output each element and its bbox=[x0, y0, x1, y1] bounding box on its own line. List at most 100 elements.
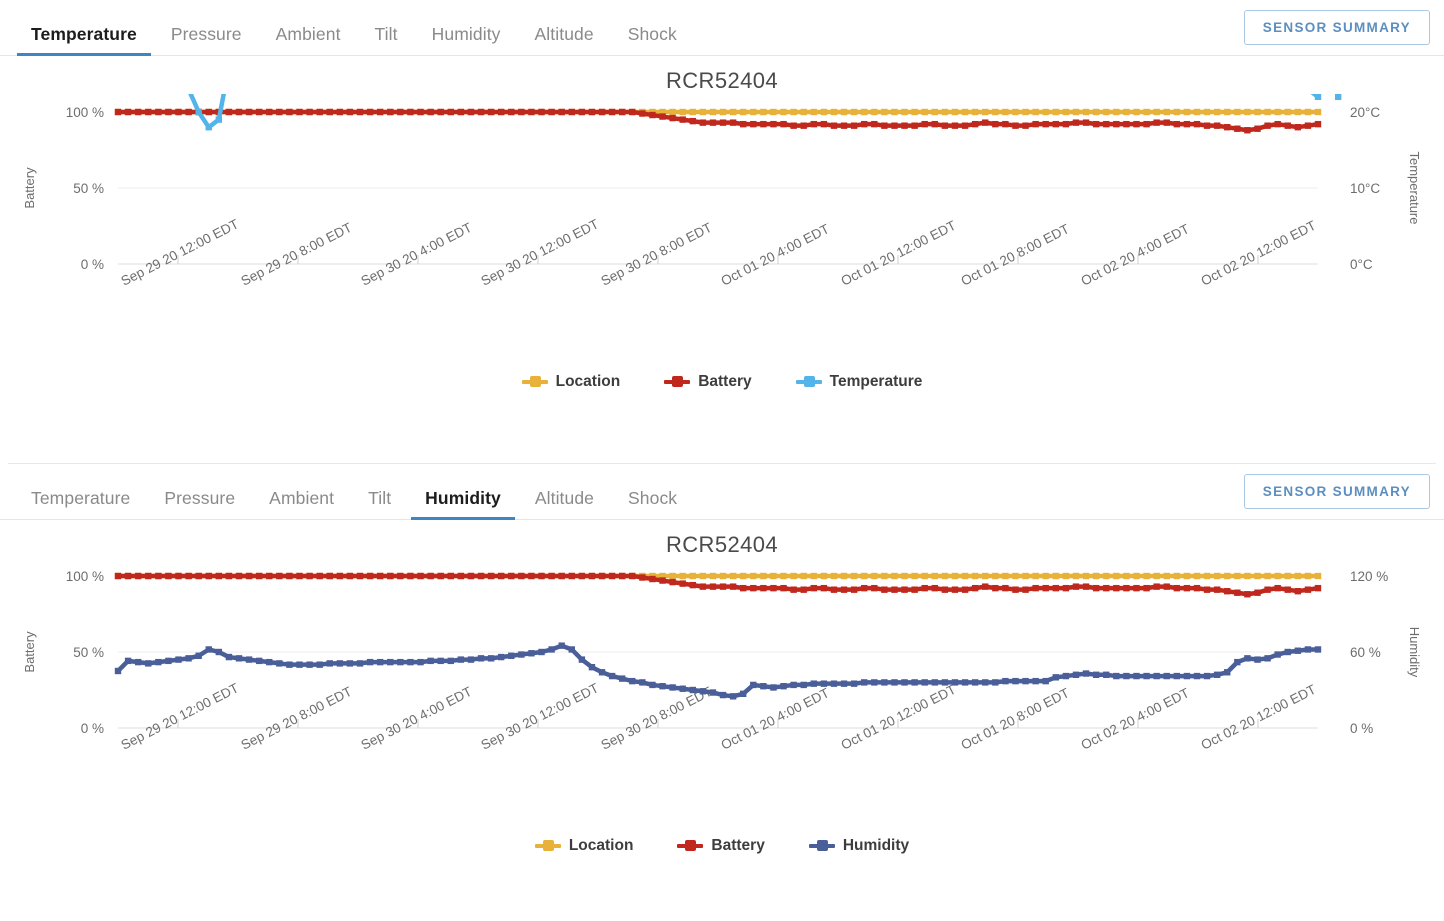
series-point-battery bbox=[1213, 122, 1221, 129]
tab-humidity[interactable]: Humidity bbox=[408, 489, 518, 520]
x-tick-label: Sep 30 20 4:00 EDT bbox=[359, 220, 475, 289]
x-tick-label: Oct 01 20 8:00 EDT bbox=[959, 685, 1072, 753]
panel-1-tabbar: Temperature Pressure Ambient Tilt Humidity Al… bbox=[0, 0, 1444, 56]
series-point-battery bbox=[447, 108, 454, 116]
x-tick-label: Oct 01 20 12:00 EDT bbox=[839, 682, 959, 753]
panel-1-chart: 0 % 50 % 100 % 0°C 10°C 20°C Sep 29 20 12:00 E… bbox=[0, 94, 1444, 369]
series-point-battery bbox=[649, 111, 656, 119]
series-point-battery bbox=[477, 572, 485, 580]
series-point-battery bbox=[518, 572, 525, 580]
panel-1-chart-title: RCR52404 bbox=[665, 68, 779, 93]
series-point-location bbox=[689, 108, 696, 116]
series-point-location bbox=[1163, 108, 1170, 116]
tab-humidity[interactable]: Humidity bbox=[415, 25, 518, 56]
series-point-battery bbox=[1254, 125, 1261, 132]
series-point-battery bbox=[306, 108, 313, 116]
series-point-humidity bbox=[1244, 655, 1251, 662]
tab-altitude[interactable]: Altitude bbox=[518, 23, 611, 56]
series-point-humidity bbox=[467, 656, 475, 663]
series-point-humidity bbox=[417, 658, 424, 666]
tab-ambient[interactable]: Ambient bbox=[252, 489, 351, 520]
tab-temperature[interactable]: Temperature bbox=[14, 489, 147, 520]
series-point-humidity bbox=[255, 657, 263, 665]
series-point-battery bbox=[417, 572, 424, 580]
series-point-battery bbox=[629, 572, 636, 580]
series-point-location bbox=[891, 572, 898, 580]
x-tick-label: Sep 30 20 4:00 EDT bbox=[359, 684, 475, 753]
series-point-battery bbox=[225, 572, 233, 580]
sensor-summary-button-2[interactable]: SENSOR SUMMARY bbox=[1243, 474, 1430, 509]
series-point-battery bbox=[437, 572, 444, 580]
y2-tick-label: 20°C bbox=[1350, 105, 1380, 120]
series-point-battery bbox=[1022, 122, 1029, 129]
series-point-battery bbox=[1183, 584, 1191, 592]
tab-pressure[interactable]: Pressure bbox=[154, 25, 259, 56]
series-point-battery bbox=[830, 586, 838, 593]
series-point-battery bbox=[467, 108, 475, 116]
legend-swatch-icon bbox=[664, 376, 691, 387]
series-point-humidity bbox=[1042, 677, 1049, 685]
series-point-battery bbox=[840, 586, 848, 593]
series-point-location bbox=[1103, 108, 1110, 116]
tab-shock[interactable]: Shock bbox=[611, 23, 694, 56]
legend-item-temperature[interactable]: Temperature bbox=[795, 373, 922, 391]
legend-item-location[interactable]: Location bbox=[521, 373, 620, 391]
series-point-temperature bbox=[215, 116, 223, 123]
series-point-location bbox=[1284, 108, 1291, 116]
series-point-humidity bbox=[245, 656, 253, 663]
series-point-battery bbox=[145, 108, 152, 116]
tab-label: Shock bbox=[627, 23, 677, 44]
tab-pressure[interactable]: Pressure bbox=[147, 487, 252, 520]
series-point-location bbox=[1143, 572, 1150, 580]
series-point-battery bbox=[185, 108, 192, 116]
series-point-location bbox=[1173, 108, 1181, 116]
tab-tilt[interactable]: Tilt bbox=[351, 489, 408, 520]
series-point-humidity bbox=[518, 651, 525, 658]
series-point-humidity bbox=[669, 684, 676, 691]
series-point-location bbox=[1304, 108, 1312, 116]
series-point-battery bbox=[992, 584, 999, 592]
series-point-temperature bbox=[1334, 94, 1342, 100]
series-point-battery bbox=[195, 572, 202, 580]
series-point-battery bbox=[336, 108, 344, 116]
series-point-location bbox=[1062, 572, 1070, 580]
legend-item-location[interactable]: Location bbox=[534, 837, 633, 855]
series-point-battery bbox=[729, 119, 737, 126]
tab-shock[interactable]: Shock bbox=[611, 489, 694, 520]
tab-label: Altitude bbox=[534, 23, 594, 44]
tab-ambient[interactable]: Ambient bbox=[259, 25, 358, 56]
series-point-battery bbox=[407, 572, 414, 580]
legend-item-battery[interactable]: Battery bbox=[677, 837, 765, 855]
series-point-humidity bbox=[810, 680, 817, 687]
series-point-battery bbox=[1103, 120, 1110, 128]
series-point-temperature bbox=[205, 124, 212, 131]
legend-item-battery[interactable]: Battery bbox=[664, 373, 752, 391]
series-point-battery bbox=[951, 586, 959, 593]
series-point-humidity bbox=[598, 669, 606, 676]
series-point-battery bbox=[659, 577, 666, 584]
series-point-battery bbox=[699, 119, 707, 126]
series-point-humidity bbox=[134, 658, 142, 666]
series-point-humidity bbox=[1143, 672, 1150, 680]
tab-altitude[interactable]: Altitude bbox=[518, 489, 611, 520]
series-point-battery bbox=[850, 586, 858, 593]
series-point-battery bbox=[568, 572, 575, 580]
legend-swatch-icon bbox=[677, 840, 704, 851]
series-point-location bbox=[709, 572, 717, 580]
series-point-location bbox=[1052, 108, 1060, 116]
series-point-battery bbox=[407, 108, 414, 116]
legend-item-humidity[interactable]: Humidity bbox=[808, 837, 909, 855]
series-point-humidity bbox=[689, 686, 696, 694]
series-point-humidity bbox=[941, 679, 949, 686]
series-point-battery bbox=[669, 578, 676, 586]
series-point-battery bbox=[1092, 584, 1100, 592]
tab-label: Pressure bbox=[164, 487, 236, 508]
series-point-battery bbox=[134, 108, 142, 116]
series-point-battery bbox=[1133, 120, 1140, 128]
sensor-summary-button-1[interactable]: SENSOR SUMMARY bbox=[1243, 10, 1430, 45]
panel-2-tabbar: Temperature Pressure Ambient Tilt Humidity Al… bbox=[0, 464, 1444, 520]
tab-temperature[interactable]: Temperature bbox=[14, 25, 154, 56]
series-point-battery bbox=[346, 572, 354, 580]
series-point-humidity bbox=[266, 658, 273, 666]
tab-tilt[interactable]: Tilt bbox=[358, 25, 415, 56]
